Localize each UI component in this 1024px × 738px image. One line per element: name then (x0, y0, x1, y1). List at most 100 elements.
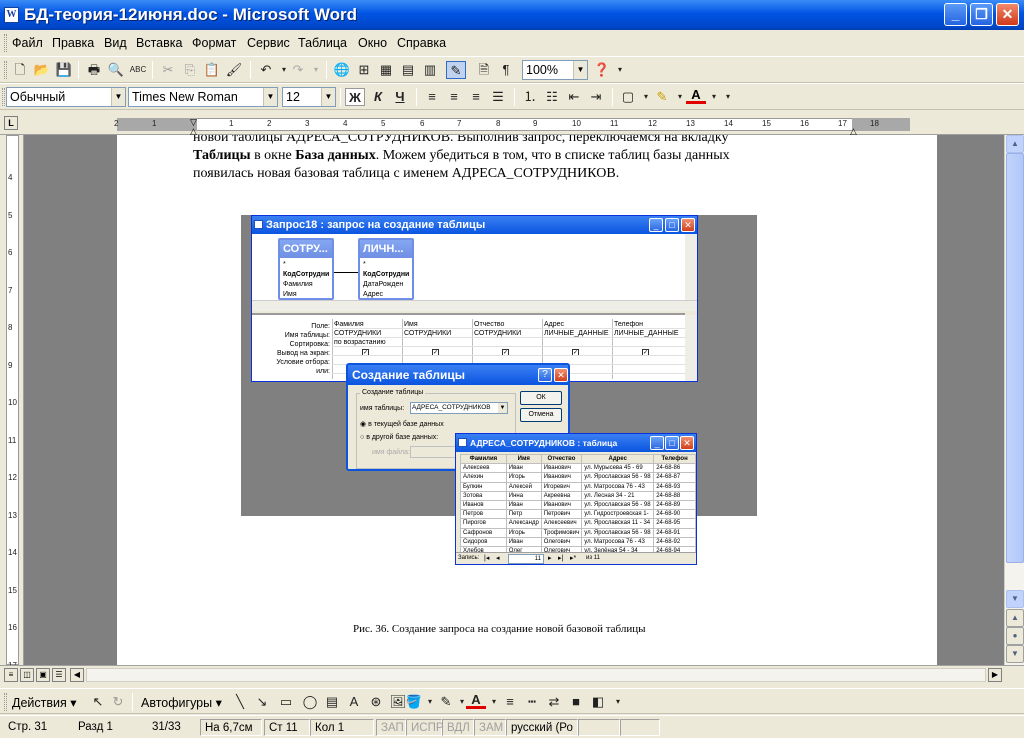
table-row[interactable]: Сафронов Игорь Трофимович ул. Ярославская 5… (460, 527, 696, 538)
document-map-icon[interactable]: 🗎 (474, 61, 494, 79)
undo-icon[interactable]: ↶ (256, 61, 276, 79)
table-pane-hscrollbar[interactable] (252, 300, 697, 311)
new-record-icon[interactable]: ▸* (570, 554, 576, 562)
text-box-icon[interactable]: ▤ (322, 693, 342, 711)
table-cell[interactable]: ул. Матросова 76 - 43 (581, 536, 655, 547)
table-cell[interactable]: Булкин (460, 481, 507, 492)
last-record-icon[interactable]: ▸| (558, 554, 563, 562)
table-cell[interactable]: Иван (505, 463, 542, 474)
table-cell[interactable]: Игорь (505, 527, 542, 538)
first-record-icon[interactable]: |◂ (484, 554, 489, 562)
document-page[interactable]: новой таблицы АДРЕСА_СОТРУДНИКОВ. Выполн… (117, 135, 937, 665)
table-cell[interactable]: Петр (505, 509, 542, 520)
align-right-icon[interactable]: ≡ (466, 88, 486, 106)
increase-indent-icon[interactable]: ⇥ (586, 88, 606, 106)
previous-page-icon[interactable]: ▲ (1006, 609, 1024, 627)
field-item[interactable]: ДатаРожден (363, 281, 403, 288)
table-cell[interactable]: 24-68-89 (653, 499, 696, 511)
status-overtype[interactable]: ЗАМ (474, 719, 506, 736)
align-center-icon[interactable]: ≡ (444, 88, 464, 106)
status-extend[interactable]: ВДЛ (442, 719, 474, 736)
print-icon[interactable]: 🖶 (84, 61, 104, 79)
spelling-icon[interactable]: ABC (128, 61, 148, 79)
pilcrow-icon[interactable]: ¶ (496, 61, 516, 79)
chevron-down-icon[interactable]: ▼ (263, 88, 277, 106)
shadow-style-icon[interactable]: ■ (566, 693, 586, 711)
menu-window[interactable]: Окно (358, 36, 387, 50)
scroll-right-icon[interactable]: ▶ (988, 668, 1002, 682)
chevron-down-icon[interactable]: ▼ (573, 61, 587, 79)
font-color-icon[interactable]: A (686, 88, 706, 104)
table-cell[interactable]: Иван (505, 499, 542, 511)
font-size-select[interactable]: 12 ▼ (282, 87, 336, 107)
table-cell[interactable]: ул. Матросова 76 - 43 (581, 481, 655, 492)
table-row[interactable]: Петров Петр Петрович ул. Гидростроевская 1-… (460, 509, 696, 520)
table-cell[interactable]: 24-68-95 (653, 518, 696, 529)
grid-cell-table[interactable]: СОТРУДНИКИ (334, 330, 400, 337)
column-header[interactable]: Фамилия (460, 453, 507, 465)
browse-object-icon[interactable]: ● (1006, 627, 1024, 645)
table-cell[interactable]: ул. Лесная 34 - 21 (581, 490, 655, 501)
scroll-up-icon[interactable]: ▲ (1006, 135, 1024, 153)
table-row[interactable]: Зотова Инна Акреевна ул. Лесная 34 - 21 24-6… (460, 490, 696, 501)
scroll-thumb[interactable] (1006, 153, 1024, 563)
table-cell[interactable]: Игорь (505, 472, 542, 483)
minimize-icon[interactable]: _ (649, 218, 663, 232)
field-item[interactable]: КодСотрудни (283, 271, 329, 278)
grid-cell-table[interactable]: ЛИЧНЫЕ_ДАННЫЕ (544, 330, 610, 337)
toolbar-options-icon[interactable]: ▾ (608, 693, 628, 711)
menu-insert[interactable]: Вставка (136, 36, 182, 50)
table-cell[interactable]: Петров (460, 509, 507, 520)
table-cell[interactable]: Пирогов (460, 518, 507, 529)
drawing-icon[interactable]: ✎ (446, 61, 466, 79)
horizontal-scroll-track[interactable] (86, 668, 986, 682)
status-track-changes[interactable]: ИСПР (406, 719, 444, 736)
table-cell[interactable]: 24-68-86 (653, 463, 696, 474)
table-cell[interactable]: Иванович (540, 472, 583, 483)
close-icon[interactable]: ✕ (680, 436, 694, 450)
maximize-icon[interactable]: □ (665, 218, 679, 232)
table-cell[interactable]: 24-68-87 (653, 472, 696, 483)
table-cell[interactable]: 24-68-92 (653, 536, 696, 547)
insert-table-icon[interactable]: ▦ (376, 61, 396, 79)
border-icon[interactable]: ▢ (618, 88, 638, 106)
select-objects-icon[interactable]: ↖ (88, 693, 108, 711)
line-style-icon[interactable]: ≡ (500, 693, 520, 711)
free-rotate-icon[interactable]: ↻ (108, 693, 128, 711)
hyperlink-icon[interactable]: 🌐 (332, 61, 352, 79)
field-item[interactable]: Фамилия (283, 281, 313, 288)
column-header[interactable]: Телефон (653, 453, 696, 465)
record-number-input[interactable]: 11 (508, 554, 544, 564)
document-area[interactable]: новой таблицы АДРЕСА_СОТРУДНИКОВ. Выполн… (24, 135, 1004, 665)
new-document-icon[interactable]: 🗋 (10, 61, 30, 79)
table-cell[interactable]: 24-68-91 (653, 527, 696, 538)
table-cell[interactable]: Сафронов (460, 527, 507, 538)
grid-scrollbar[interactable] (685, 315, 697, 381)
diagram-icon[interactable]: ⊛ (366, 693, 386, 711)
table-cell[interactable]: 24-68-88 (653, 490, 696, 501)
field-item[interactable]: * (283, 261, 286, 268)
radio-other-db[interactable]: ○ в другой базе данных: (360, 434, 438, 441)
grid-cell-field[interactable]: Отчество (474, 321, 540, 328)
3d-style-icon[interactable]: ◧ (588, 693, 608, 711)
table-cell[interactable]: Иванович (540, 463, 583, 474)
menu-edit[interactable]: Правка (52, 36, 94, 50)
bold-button[interactable]: Ж (345, 88, 365, 106)
next-page-icon[interactable]: ▼ (1006, 645, 1024, 663)
tables-borders-icon[interactable]: ⊞ (354, 61, 374, 79)
radio-current-db[interactable]: ◉ в текущей базе данных (360, 420, 444, 428)
menu-help[interactable]: Справка (397, 36, 446, 50)
web-view-icon[interactable]: ◫ (20, 668, 34, 682)
columns-icon[interactable]: ▥ (420, 61, 440, 79)
toolbar-options-icon[interactable]: ▾ (718, 88, 738, 106)
status-language[interactable]: русский (Ро (506, 719, 578, 736)
table-cell[interactable]: Олегович (540, 536, 583, 547)
scroll-down-icon[interactable]: ▼ (1006, 590, 1024, 608)
table-cell[interactable]: ул. Ярославская 11 - 34 (581, 518, 655, 529)
minimize-button[interactable]: _ (944, 3, 967, 26)
print-layout-icon[interactable]: ▣ (36, 668, 50, 682)
grid-cell-field[interactable]: Имя (404, 321, 470, 328)
print-preview-icon[interactable]: 🔍 (106, 61, 126, 79)
table-cell[interactable]: Алексеев (460, 463, 507, 474)
column-header[interactable]: Имя (505, 453, 542, 465)
